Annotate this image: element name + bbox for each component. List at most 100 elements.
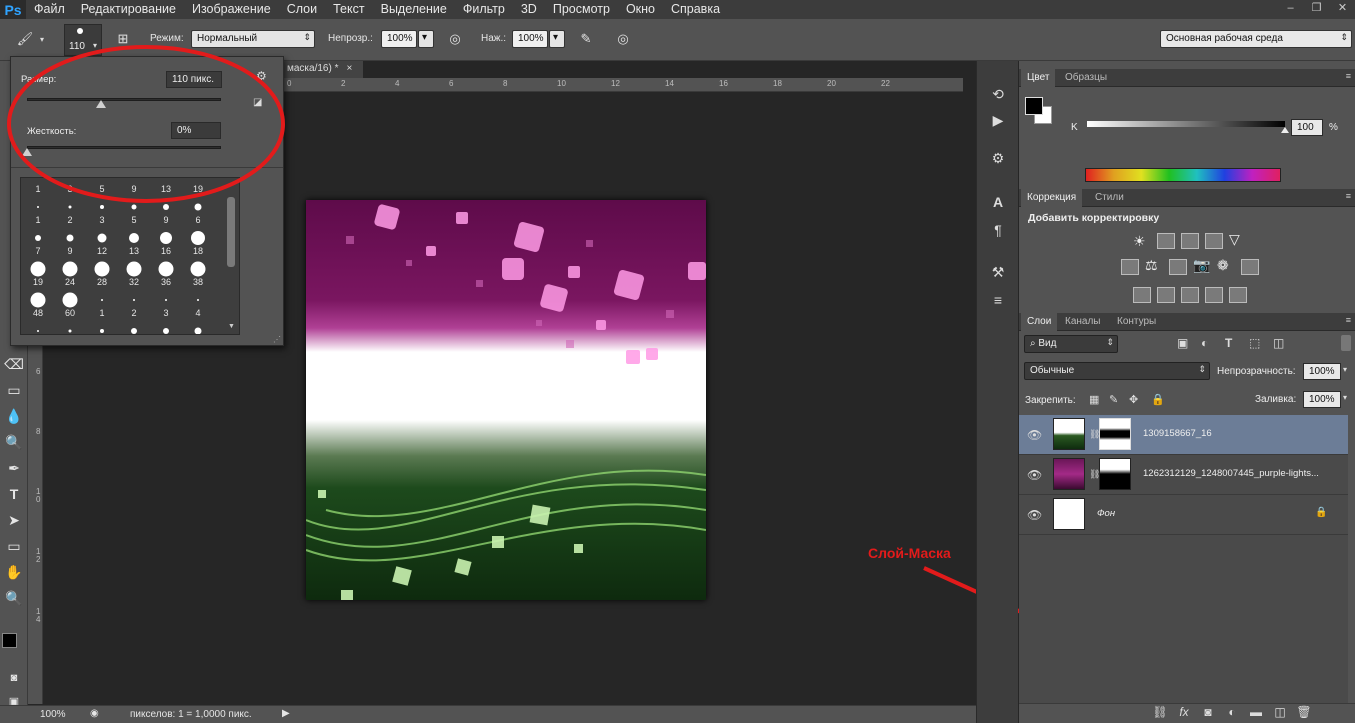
chevron-down-icon[interactable]: ▾ — [1343, 393, 1347, 402]
foreground-color-swatch[interactable] — [2, 633, 17, 648]
filter-smart-object-icon[interactable]: ◫ — [1273, 336, 1284, 350]
brush-preset[interactable]: 3 — [86, 195, 118, 225]
brush-tool-icon[interactable]: 🖌 — [14, 28, 36, 50]
flow-input[interactable]: 100% — [512, 30, 548, 48]
rectangle-tool-icon[interactable]: ▭ — [0, 533, 28, 559]
new-group-icon[interactable]: ▬ — [1246, 703, 1266, 721]
brush-preset[interactable]: 5 — [22, 319, 54, 334]
tool-preset-arrow-icon[interactable]: ▾ — [40, 35, 44, 44]
layer-mask-thumbnail[interactable] — [1099, 458, 1131, 490]
brush-preset[interactable]: 7 — [54, 319, 86, 334]
brush-preset[interactable]: 9 — [118, 178, 150, 194]
filter-pixel-icon[interactable]: ▣ — [1177, 336, 1188, 350]
chevron-down-icon[interactable]: ▾ — [1343, 365, 1347, 374]
new-adjustment-icon[interactable]: ◐ — [1222, 703, 1242, 721]
brush-preset[interactable]: 60 — [54, 288, 86, 318]
history-icon[interactable]: ⟲ — [985, 83, 1011, 105]
tab-swatches[interactable]: Образцы — [1059, 69, 1113, 87]
layer-row[interactable]: 👁 ⛓ 1262312129_1248007445_purple-lights.… — [1019, 455, 1348, 495]
brush-preset[interactable]: 1 — [22, 178, 54, 194]
channel-mixer-icon[interactable]: ❁ — [1217, 257, 1229, 274]
new-layer-icon[interactable]: ◫ — [1270, 703, 1290, 721]
quick-mask-icon[interactable]: ◙ — [0, 665, 28, 691]
visibility-eye-icon[interactable]: 👁 — [1027, 428, 1042, 442]
size-slider-thumb[interactable] — [95, 100, 106, 108]
tab-channels[interactable]: Каналы — [1059, 313, 1107, 331]
brush-preset[interactable]: 9 — [54, 226, 86, 256]
menu-item[interactable]: Слои — [279, 0, 325, 19]
black-white-icon[interactable] — [1169, 259, 1187, 275]
brush-preset[interactable]: 19 — [22, 257, 54, 287]
tab-paths[interactable]: Контуры — [1111, 313, 1162, 331]
brush-preset[interactable]: 28 — [86, 257, 118, 287]
posterize-icon[interactable] — [1157, 287, 1175, 303]
exposure-adjust-icon[interactable] — [1205, 233, 1223, 249]
workspace-select[interactable]: Основная рабочая среда ⇕ — [1160, 30, 1352, 48]
layer-mask-thumbnail[interactable] — [1099, 418, 1131, 450]
brush-preset[interactable]: 48 — [22, 288, 54, 318]
brush-preset[interactable]: 5 — [86, 178, 118, 194]
opacity-dropdown-icon[interactable]: ▾ — [418, 30, 434, 48]
tab-layers[interactable]: Слои — [1021, 313, 1058, 331]
menu-item[interactable]: Просмотр — [545, 0, 618, 19]
brush-preset[interactable]: 9 — [86, 319, 118, 334]
layer-opacity-input[interactable]: 100% — [1303, 363, 1341, 380]
brush-preset[interactable]: 4 — [182, 288, 214, 318]
visibility-eye-icon[interactable]: 👁 — [1027, 508, 1042, 522]
vibrance-adjust-icon[interactable]: ▽ — [1229, 231, 1240, 248]
brush-preset[interactable]: 5 — [118, 195, 150, 225]
menu-item[interactable]: Файл — [26, 0, 73, 19]
blend-mode-select[interactable]: Обычные ⇕ — [1024, 362, 1210, 380]
airbrush-icon[interactable]: ✎ — [575, 28, 597, 50]
brush-preset[interactable]: 6 — [182, 195, 214, 225]
new-preset-icon[interactable]: ◪ — [253, 97, 262, 108]
menu-item[interactable]: Фильтр — [455, 0, 513, 19]
brush-preset[interactable]: 32 — [118, 257, 150, 287]
brush-preset[interactable]: 3 — [54, 178, 86, 194]
brush-preset[interactable]: 2 — [118, 288, 150, 318]
menu-item[interactable]: Текст — [325, 0, 372, 19]
canvas-image[interactable] — [306, 200, 706, 600]
brush-preset[interactable]: 16 — [150, 226, 182, 256]
menu-item[interactable]: Изображение — [184, 0, 279, 19]
brush-panel-icon[interactable]: ⊞ — [112, 28, 134, 50]
gradient-map-icon[interactable] — [1229, 287, 1247, 303]
filter-shape-icon[interactable]: ⬚ — [1249, 336, 1260, 350]
layer-filter-select[interactable]: ⌕ Вид ⇕ — [1024, 335, 1118, 353]
menu-item[interactable]: Выделение — [373, 0, 455, 19]
panel-menu-icon[interactable]: ≡ — [1346, 315, 1351, 325]
brush-preset[interactable]: 2 — [54, 195, 86, 225]
actions-play-icon[interactable]: ▶ — [985, 109, 1011, 131]
hardness-slider-thumb[interactable] — [22, 148, 32, 156]
threshold-icon[interactable] — [1181, 287, 1199, 303]
pressure-size-icon[interactable]: ◎ — [612, 28, 634, 50]
path-selection-icon[interactable]: ➤ — [0, 507, 28, 533]
tab-adjustments[interactable]: Коррекция — [1021, 189, 1083, 207]
tool-presets-icon[interactable]: ⚒ — [985, 261, 1011, 283]
brush-preset[interactable]: 14 — [182, 319, 214, 334]
lock-position-icon[interactable]: ✥ — [1129, 393, 1138, 406]
menu-item[interactable]: 3D — [513, 0, 545, 19]
panel-menu-icon[interactable]: ≡ — [1346, 191, 1351, 201]
properties-icon[interactable]: ⚙ — [985, 147, 1011, 169]
brush-preset[interactable]: 3 — [150, 288, 182, 318]
levels-adjust-icon[interactable] — [1157, 233, 1175, 249]
close-icon[interactable]: × — [347, 63, 353, 74]
pressure-opacity-icon[interactable]: ◎ — [444, 28, 466, 50]
lock-transparent-icon[interactable]: ▦ — [1089, 393, 1099, 406]
dodge-tool-icon[interactable]: 🔍 — [0, 429, 28, 455]
invert-icon[interactable] — [1133, 287, 1151, 303]
link-layers-icon[interactable]: ⛓ — [1150, 703, 1170, 721]
resize-grip-icon[interactable]: ⋰ — [273, 335, 281, 344]
minimize-button[interactable]: – — [1278, 0, 1303, 17]
tab-color[interactable]: Цвет — [1021, 69, 1056, 87]
blur-tool-icon[interactable]: 💧 — [0, 403, 28, 429]
brush-preset[interactable]: 38 — [182, 257, 214, 287]
brush-preset[interactable]: 19 — [182, 178, 214, 194]
fx-icon[interactable]: fx — [1174, 703, 1194, 721]
brush-preset-picker[interactable]: 110 ▾ — [64, 24, 102, 56]
brightness-adjust-icon[interactable]: ☀ — [1133, 233, 1146, 250]
k-slider-thumb[interactable] — [1281, 127, 1289, 133]
brush-preset[interactable]: 7 — [22, 226, 54, 256]
gradient-tool-icon[interactable]: ▭ — [0, 377, 28, 403]
